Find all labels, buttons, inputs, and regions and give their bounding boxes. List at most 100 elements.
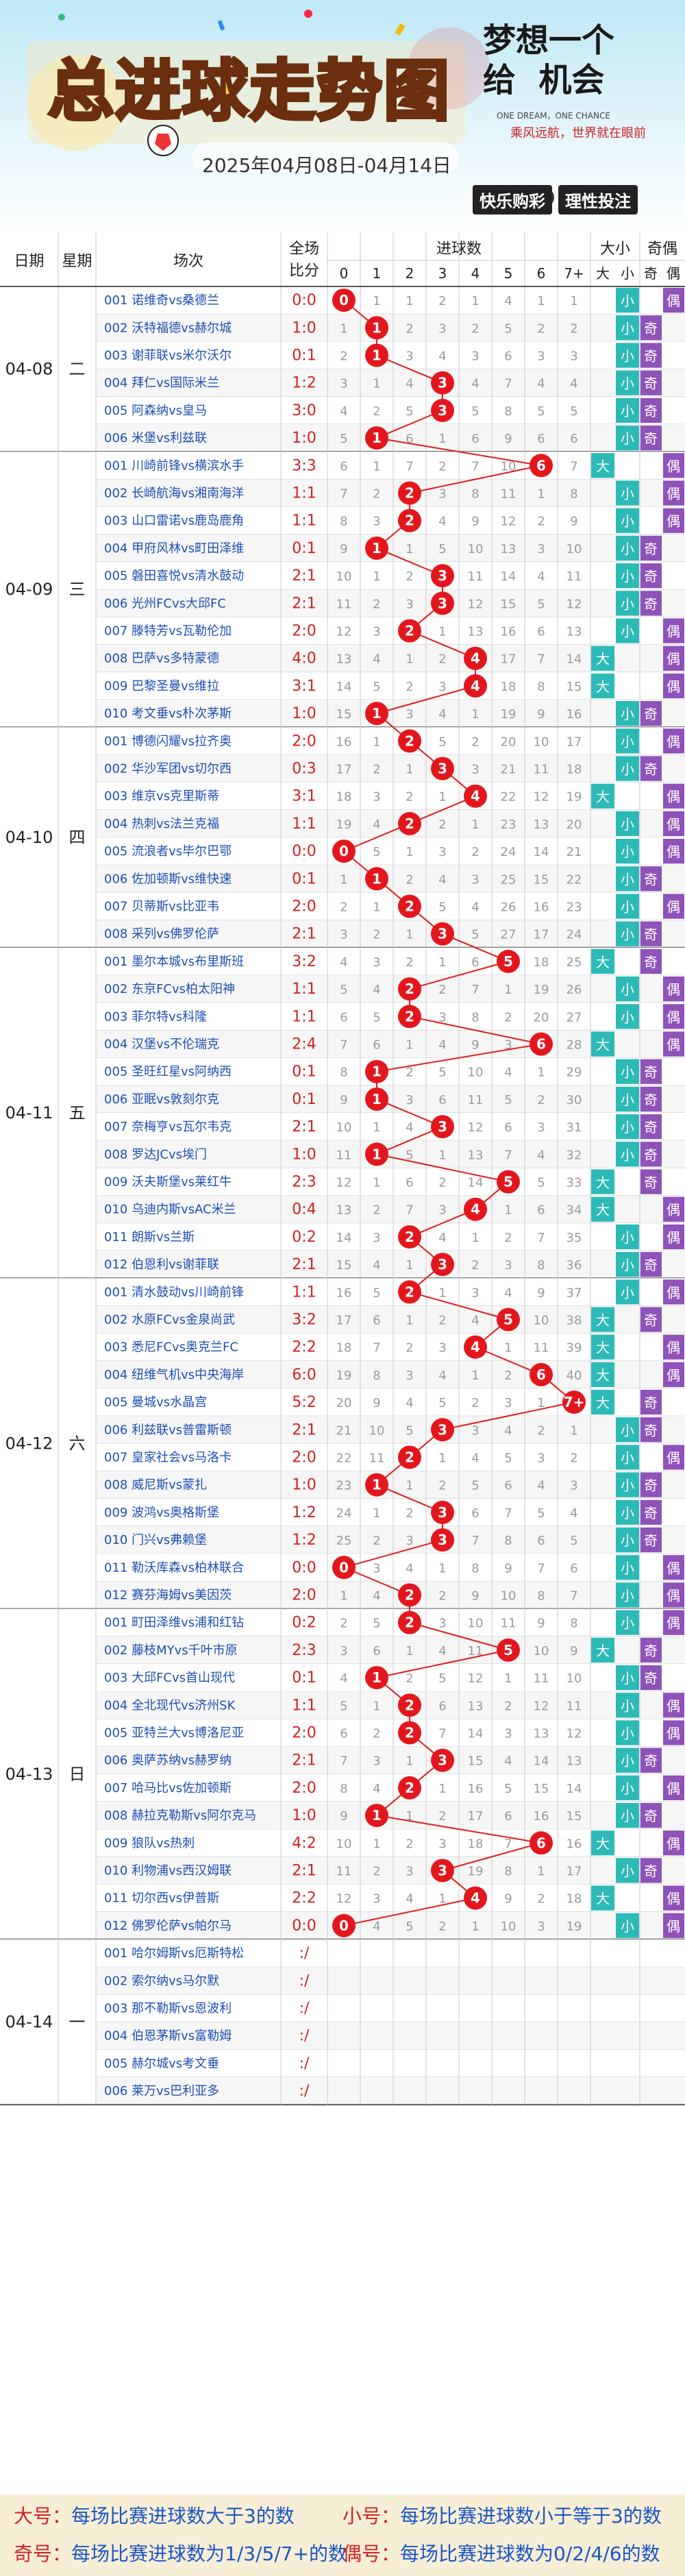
miss-count: 4 [373,652,380,667]
header-date: 日期 [14,253,44,270]
miss-count: 14 [501,569,516,584]
miss-count: 11 [566,569,582,584]
big-label: 大 [596,954,610,970]
goal-ball-label: 5 [503,1312,513,1328]
miss-count: 4 [504,1754,512,1769]
match-name: 001 墨尔本城vs布里斯班 [104,955,244,969]
header-goal-0: 0 [340,265,349,282]
match-name: 002 藤枝MYvs千叶市原 [104,1643,238,1658]
goal-ball-label: 2 [405,485,414,502]
miss-count: 4 [504,1286,512,1300]
even-label: 偶 [667,1229,680,1246]
full-score: 1:2 [292,1504,316,1521]
even-label: 偶 [667,624,680,640]
match-name: 006 亚眠vs敦刻尔克 [104,1092,219,1107]
miss-count: 4 [340,404,347,419]
miss-count: 7 [570,459,577,474]
miss-count: 1 [373,459,380,474]
miss-count: 3 [504,1258,512,1273]
match-name: 009 沃夫斯堡vs莱红牛 [104,1175,232,1190]
group-date: 04-09 [5,580,53,599]
match-name: 010 乌迪内斯vsAC米兰 [104,1203,236,1217]
miss-count: 9 [504,1561,512,1575]
odd-label: 奇 [644,1119,658,1136]
goal-ball-label: 3 [438,1256,447,1273]
header-full-2: 比分 [289,262,319,280]
match-name: 007 贝蒂斯vs比亚韦 [104,900,219,914]
miss-count: 3 [406,1369,413,1383]
group-date: 04-08 [5,360,53,379]
even-desc: 每场比赛进球数为0/2/4/6的数 [400,2542,660,2565]
goal-ball-label: 1 [372,540,382,556]
full-score: 2:1 [292,1752,316,1769]
miss-count: 4 [504,1066,512,1080]
miss-count: 3 [471,1423,479,1438]
miss-count: 7 [406,459,413,474]
goal-ball-label: 5 [503,1642,513,1658]
miss-count: 9 [504,1892,512,1906]
miss-count: 6 [373,1644,380,1658]
miss-count: 16 [501,625,516,639]
match-name: 002 长崎航海vs湘南海洋 [104,487,244,501]
even-label: 偶 [667,981,680,998]
miss-count: 5 [504,1782,512,1796]
miss-count: 5 [504,321,512,336]
full-score: 1:1 [292,981,316,998]
miss-count: 10 [369,1423,385,1438]
miss-count: 11 [534,1341,549,1356]
miss-count: 1 [406,1038,413,1053]
miss-count: 12 [534,790,549,805]
header-goal-6: 6 [537,265,546,282]
miss-count: 11 [534,1671,549,1686]
goal-ball-label: 5 [503,953,513,970]
even-label: 偶 [667,513,680,530]
miss-count: 2 [438,1809,446,1824]
match-name: 004 热刺vs法兰克福 [104,817,219,831]
miss-count: 7 [504,1506,512,1521]
match-name: 008 采列vs佛罗伦萨 [104,927,219,942]
match-name: 010 利物浦vs西汉姆联 [104,1864,232,1878]
miss-count: 6 [504,1479,512,1493]
miss-count: 4 [406,1120,413,1135]
miss-count: 17 [501,652,516,667]
miss-count: 1 [406,845,413,859]
miss-count: 25 [501,872,516,887]
miss-count: 6 [537,625,545,639]
miss-count: 8 [537,680,545,694]
miss-count: 2 [438,1479,446,1493]
goal-ball-label: 2 [405,1697,414,1713]
miss-count: 5 [537,404,545,419]
match-name: 005 亚特兰大vs博洛尼亚 [104,1726,244,1741]
full-score: 0:2 [292,1229,316,1246]
miss-count: 11 [534,763,549,777]
header-weekday: 星期 [62,253,92,270]
miss-count: 27 [501,928,516,942]
miss-count: 10 [336,1120,352,1135]
header-goal-4: 4 [471,265,480,282]
miss-count: 11 [336,1865,352,1879]
miss-count: 6 [537,1203,545,1218]
full-score: 0:4 [292,1201,316,1218]
header-goal-7: 7+ [564,265,584,282]
small-label: 小 [621,706,634,722]
miss-count: 7 [570,1589,577,1604]
small-label: 小 [621,1257,634,1273]
match-name: 008 巴萨vs多特蒙德 [104,652,219,666]
miss-count: 2 [537,321,545,336]
miss-count: 20 [336,1396,352,1410]
miss-count: 11 [336,1148,352,1162]
miss-count: 1 [373,1699,380,1713]
miss-count: 6 [438,1699,446,1713]
miss-count: 31 [566,1120,582,1135]
miss-count: 13 [566,1754,582,1769]
miss-count: 2 [406,1066,413,1080]
miss-count: 30 [566,1093,582,1107]
miss-count: 15 [336,1258,352,1273]
miss-count: 7 [406,1203,413,1218]
miss-count: 2 [537,1892,545,1906]
miss-count: 13 [336,652,352,667]
miss-count: 6 [570,432,577,446]
miss-count: 5 [340,432,347,446]
miss-count: 32 [566,1148,582,1162]
miss-count: 7 [340,1754,347,1769]
